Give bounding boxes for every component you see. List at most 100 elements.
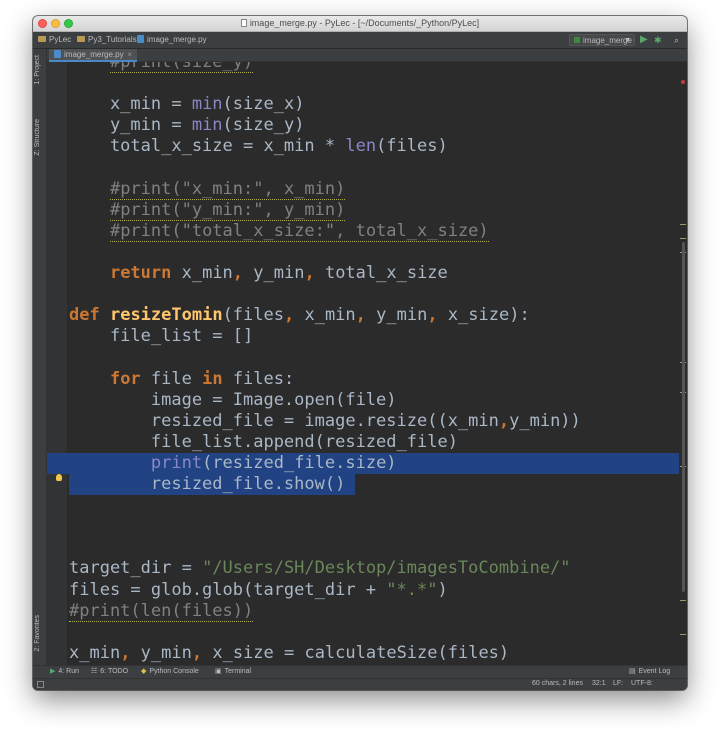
code-line[interactable]: files = glob.glob(target_dir + "*.*") (47, 580, 687, 601)
code-text: files = glob.glob(target_dir + "*.*") (69, 579, 448, 600)
close-icon[interactable]: × (127, 49, 132, 61)
code-text: x_min = min(size_x) (69, 94, 305, 115)
caret-position[interactable]: 32:1 (592, 680, 606, 687)
line-separator[interactable]: LF: (613, 680, 623, 687)
code-line[interactable]: y_min = min(size_y) (47, 115, 687, 136)
code-text: target_dir = "/Users/SH/Desktop/imagesTo… (69, 558, 571, 579)
code-line[interactable]: total_x_size = x_min * len(files) (47, 136, 687, 157)
warning-marker[interactable] (680, 224, 686, 225)
code-text: return x_min, y_min, total_x_size (109, 263, 448, 283)
ide-window: image_merge.py - PyLec - [~/Documents/_P… (33, 16, 687, 690)
window-title-text: image_merge.py - PyLec - [~/Documents/_P… (249, 18, 480, 28)
code-text: resized_file.show() (69, 474, 346, 494)
code-line[interactable] (47, 73, 687, 94)
code-editor[interactable]: #print(size_y) x_min = min(size_x) y_min… (47, 62, 687, 675)
code-line[interactable]: def resizeTomin(files, x_min, y_min, x_s… (47, 305, 687, 326)
error-marker[interactable] (681, 80, 685, 84)
code-line[interactable]: resized_file.show() (47, 474, 687, 495)
code-text: y_min = min(size_y) (69, 115, 305, 136)
code-text: for file in files: (109, 368, 295, 389)
code-text: resized_file = image.resize((x_min,y_min… (69, 410, 581, 431)
tool-tab-favorites-label: 2: Favorites (34, 615, 41, 652)
tool-run[interactable]: ▶ 4: Run (50, 667, 79, 675)
tool-event-log[interactable]: ▤ Event Log (629, 667, 670, 675)
event-log-label: Event Log (638, 668, 671, 675)
code-text: file_list = [] (69, 326, 254, 347)
tab-image-merge[interactable]: image_merge.py × (49, 49, 137, 62)
chevron-down-icon: ▼ (624, 37, 631, 44)
navigation-bar: PyLec Py3_Tutorials image_merge.py image… (33, 32, 687, 49)
code-line[interactable] (47, 495, 687, 516)
code-text: image = Image.open(file) (69, 389, 397, 410)
run-icon[interactable]: ▶ (640, 34, 648, 46)
code-line[interactable]: file_list = [] (47, 326, 687, 347)
code-text: x_min, y_min, x_size = calculateSize(fil… (69, 642, 510, 663)
tool-python-console[interactable]: ◆ Python Console (141, 667, 199, 675)
tool-python-console-label: Python Console (149, 668, 199, 675)
breadcrumb-folder[interactable]: Py3_Tutorials (77, 35, 137, 44)
tool-tab-structure-label: Z: Structure (34, 119, 41, 156)
status-bar: 60 chars, 2 lines 32:1 LF: UTF-8: (33, 678, 687, 690)
code-line[interactable]: x_min = min(size_x) (47, 94, 687, 115)
tool-todo[interactable]: ☷ 6: TODO (91, 667, 128, 675)
code-text: #print(size_y) (69, 62, 254, 73)
python-config-icon (574, 37, 580, 43)
code-line[interactable]: image = Image.open(file) (47, 390, 687, 411)
run-configuration-select[interactable]: image_merge ▼ (569, 34, 635, 46)
code-line[interactable] (47, 537, 687, 558)
tool-tab-project-label: 1: Project (34, 55, 41, 85)
code-line[interactable]: return x_min, y_min, total_x_size (47, 263, 687, 284)
code-line[interactable] (47, 516, 687, 537)
file-encoding[interactable]: UTF-8: (631, 680, 653, 687)
code-line[interactable]: print(resized_file.size) (47, 452, 687, 474)
code-line[interactable]: #print("total_x_size:", total_x_size) (47, 220, 687, 242)
warning-marker[interactable] (680, 238, 686, 239)
tab-label: image_merge.py (64, 50, 124, 59)
code-line[interactable]: resized_file = image.resize((x_min,y_min… (47, 411, 687, 432)
code-text: #print("y_min:", y_min) (109, 199, 346, 221)
tool-terminal[interactable]: ▣ Terminal (215, 667, 251, 675)
toggle-tool-windows-icon[interactable] (37, 681, 44, 688)
tool-tab-structure[interactable]: Z: Structure (34, 119, 41, 156)
event-log-icon: ▤ (629, 668, 636, 675)
breadcrumb-file[interactable]: image_merge.py (137, 35, 207, 44)
selection-info: 60 chars, 2 lines (532, 680, 583, 687)
left-tool-strip: 1: Project Z: Structure 2: Favorites (33, 49, 47, 675)
vertical-scrollbar[interactable] (682, 242, 685, 592)
code-line[interactable]: #print("x_min:", x_min) (47, 178, 687, 200)
tool-tab-project[interactable]: 1: Project (34, 55, 41, 85)
tool-todo-label: 6: TODO (100, 668, 129, 675)
code-line[interactable]: target_dir = "/Users/SH/Desktop/imagesTo… (47, 558, 687, 579)
python-file-icon (137, 35, 144, 43)
code-text: total_x_size = x_min * len(files) (69, 136, 448, 157)
code-line[interactable]: for file in files: (47, 369, 687, 390)
warning-marker[interactable] (680, 634, 686, 635)
folder-icon (77, 36, 85, 42)
warning-marker[interactable] (680, 600, 686, 601)
todo-icon: ☷ (91, 668, 98, 675)
code-text: #print(len(files)) (69, 600, 254, 622)
search-icon[interactable]: ⌕ (674, 34, 679, 46)
code-line[interactable] (47, 622, 687, 643)
breadcrumb-project[interactable]: PyLec (38, 35, 71, 44)
code-line[interactable] (47, 242, 687, 263)
code-line[interactable] (47, 158, 687, 179)
code-line[interactable]: #print(size_y) (47, 62, 687, 73)
tool-terminal-label: Terminal (224, 668, 252, 675)
error-stripe (679, 62, 687, 675)
folder-icon (38, 36, 46, 42)
code-line[interactable] (47, 284, 687, 305)
debug-icon[interactable]: ✱ (654, 34, 662, 46)
python-console-icon: ◆ (141, 668, 147, 675)
code-text: print(resized_file.size) (150, 452, 397, 473)
code-line[interactable]: file_list.append(resized_file) (47, 432, 687, 453)
tool-tab-favorites[interactable]: 2: Favorites (34, 615, 41, 652)
lightbulb-icon[interactable] (56, 474, 62, 481)
code-line[interactable]: #print("y_min:", y_min) (47, 199, 687, 221)
code-line[interactable]: x_min, y_min, x_size = calculateSize(fil… (47, 643, 687, 664)
code-line[interactable] (47, 347, 687, 368)
editor-tab-bar: image_merge.py × (47, 49, 687, 62)
code-line[interactable]: #print(len(files)) (47, 600, 687, 622)
code-text: #print("total_x_size:", total_x_size) (109, 220, 489, 242)
play-icon: ▶ (50, 668, 56, 675)
